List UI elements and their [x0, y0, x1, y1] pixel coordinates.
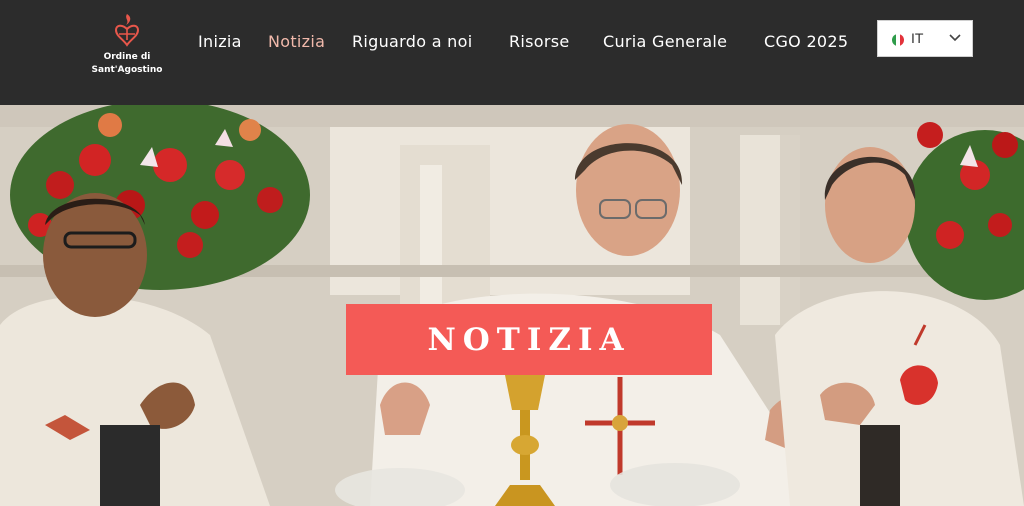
logo-text: Ordine di Sant'Agostino: [88, 51, 166, 77]
nav-item-inizia[interactable]: Inizia: [198, 32, 242, 51]
logo-line-1: Ordine di: [103, 52, 151, 62]
glass-bowl-right: [610, 463, 740, 506]
italy-flag-icon: [892, 34, 904, 46]
nav-item-notizia[interactable]: Notizia: [268, 32, 325, 51]
language-selector[interactable]: IT: [877, 20, 973, 57]
site-header: Ordine di Sant'Agostino Inizia Notizia R…: [0, 0, 1024, 105]
notizia-banner: NOTIZIA: [346, 304, 712, 375]
nav-item-cgo-2025[interactable]: CGO 2025: [764, 32, 848, 51]
chevron-down-icon: [949, 34, 961, 42]
hero-image: NOTIZIA: [0, 105, 1024, 506]
language-code: IT: [911, 30, 924, 46]
nav-item-risorse[interactable]: Risorse: [509, 32, 570, 51]
nav-item-curia-generale[interactable]: Curia Generale: [603, 32, 727, 51]
banner-title: NOTIZIA: [427, 321, 631, 358]
logo-line-2: Sant'Agostino: [91, 65, 163, 75]
order-logo[interactable]: Ordine di Sant'Agostino: [88, 12, 166, 90]
nav-item-riguardo-a-noi[interactable]: Riguardo a noi: [352, 32, 472, 51]
heart-flame-icon: [114, 14, 140, 47]
